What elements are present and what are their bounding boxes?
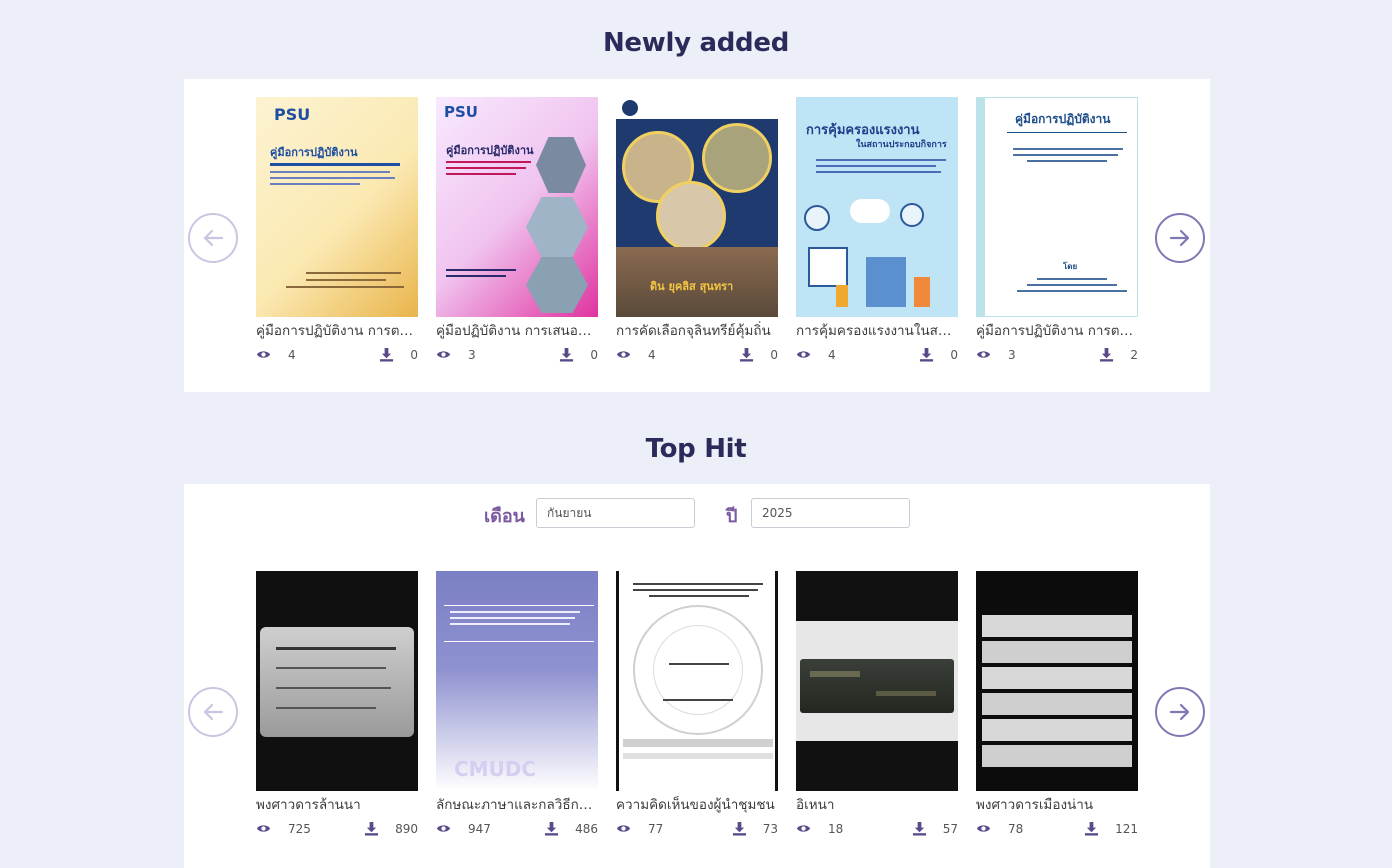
book-card[interactable]: ดิน ยุคลิส สุนทรา การคัดเลือกจุลินทรีย์ค… <box>616 97 778 363</box>
cover-heading: คู่มือการปฏิบัติงาน <box>270 146 358 159</box>
psu-logo: PSU <box>274 105 311 124</box>
download-count: 486 <box>544 821 598 836</box>
newly-added-next-button[interactable] <box>1155 213 1205 263</box>
view-count: 3 <box>976 347 1016 362</box>
view-count: 725 <box>256 821 311 836</box>
download-count: 0 <box>379 347 418 362</box>
arrow-left-icon <box>203 703 224 721</box>
book-title[interactable]: พงศาวดารล้านนา <box>256 795 418 815</box>
eye-icon <box>616 351 631 358</box>
book-cover[interactable] <box>616 571 778 791</box>
download-count: 2 <box>1099 347 1138 362</box>
eye-icon <box>436 825 451 832</box>
book-card[interactable]: PSU คู่มือการปฏิบัติงาน คู่มือปฏิบัติงาน… <box>436 97 598 363</box>
view-count: 4 <box>796 347 836 362</box>
book-title[interactable]: การคุ้มครองแรงงานในสถานประกอบกิจการ <box>796 321 958 341</box>
download-count: 890 <box>364 821 418 836</box>
top-hit-next-button[interactable] <box>1155 687 1205 737</box>
top-hit-carousel: เดือน ปี พงศาวดารล้านนา 725 890 <box>184 484 1210 868</box>
view-count: 18 <box>796 821 843 836</box>
download-icon <box>380 347 394 362</box>
book-title[interactable]: ลักษณะภาษาและกลวิธีการใช้ภาษา <box>436 795 598 815</box>
download-icon <box>1085 821 1099 836</box>
book-card[interactable]: อิเหนา 18 57 <box>796 571 958 837</box>
book-card[interactable]: การคุ้มครองแรงงาน ในสถานประกอบกิจการ การ… <box>796 97 958 363</box>
book-cover[interactable]: PSU คู่มือการปฏิบัติงาน <box>436 97 598 317</box>
year-label: ปี <box>726 506 738 527</box>
book-cover[interactable]: PSU คู่มือการปฏิบัติงาน <box>256 97 418 317</box>
eye-icon <box>256 825 271 832</box>
book-card[interactable]: PSU คู่มือการปฏิบัติงาน คู่มือการปฏิบัติ… <box>256 97 418 363</box>
book-title[interactable]: คู่มือปฏิบัติงาน การเสนอหลักสูตร <box>436 321 598 341</box>
eye-icon <box>616 825 631 832</box>
psu-logo: PSU <box>444 103 478 121</box>
book-title[interactable]: ความคิดเห็นของผู้นำชุมชน <box>616 795 778 815</box>
book-cover[interactable]: CMUDC <box>436 571 598 791</box>
newly-added-prev-button[interactable] <box>188 213 238 263</box>
arrow-right-icon <box>1169 703 1190 721</box>
cover-author-label: โดย <box>1063 262 1078 271</box>
view-count: 3 <box>436 347 476 362</box>
view-count: 78 <box>976 821 1023 836</box>
download-icon <box>545 821 559 836</box>
cover-heading: คู่มือการปฏิบัติงาน <box>446 144 534 157</box>
download-icon <box>1100 347 1114 362</box>
top-hit-prev-button[interactable] <box>188 687 238 737</box>
download-icon <box>365 821 379 836</box>
book-title[interactable]: การคัดเลือกจุลินทรีย์คุ้มถิ่น <box>616 321 778 341</box>
eye-icon <box>796 825 811 832</box>
book-title[interactable]: คู่มือการปฏิบัติงาน การตรวจสอบ <box>976 321 1138 341</box>
book-cover[interactable] <box>976 571 1138 791</box>
download-count: 121 <box>1084 821 1138 836</box>
view-count: 947 <box>436 821 491 836</box>
book-cover[interactable] <box>796 571 958 791</box>
year-input[interactable] <box>751 498 910 528</box>
top-hit-heading: Top Hit <box>645 434 747 464</box>
eye-icon <box>436 351 451 358</box>
book-card[interactable]: พงศาวดารเมืองน่าน 78 121 <box>976 571 1138 837</box>
download-count: 73 <box>732 821 778 836</box>
download-count: 0 <box>919 347 958 362</box>
view-count: 4 <box>256 347 296 362</box>
view-count: 4 <box>616 347 656 362</box>
download-icon <box>740 347 754 362</box>
eye-icon <box>976 351 991 358</box>
download-count: 57 <box>912 821 958 836</box>
newly-added-heading: Newly added <box>602 28 790 58</box>
newly-added-carousel: PSU คู่มือการปฏิบัติงาน คู่มือการปฏิบัติ… <box>184 79 1210 392</box>
download-count: 0 <box>559 347 598 362</box>
cover-heading: ดิน ยุคลิส สุนทรา <box>650 280 734 293</box>
book-card[interactable]: คู่มือการปฏิบัติงาน โดย คู่มือการปฏิบัติ… <box>976 97 1138 363</box>
arrow-left-icon <box>203 229 224 247</box>
download-count: 0 <box>739 347 778 362</box>
download-icon <box>920 347 934 362</box>
month-label: เดือน <box>484 506 525 527</box>
book-cover[interactable]: ดิน ยุคลิส สุนทรา <box>616 97 778 317</box>
cover-watermark: CMUDC <box>454 757 537 781</box>
download-icon <box>732 821 746 836</box>
book-card[interactable]: CMUDC ลักษณะภาษาและกลวิธีการใช้ภาษา 947 … <box>436 571 598 837</box>
month-select[interactable] <box>536 498 695 528</box>
book-cover[interactable] <box>256 571 418 791</box>
book-card[interactable]: พงศาวดารล้านนา 725 890 <box>256 571 418 837</box>
cover-heading: คู่มือการปฏิบัติงาน <box>1015 112 1111 126</box>
book-title[interactable]: อิเหนา <box>796 795 958 815</box>
download-icon <box>560 347 574 362</box>
view-count: 77 <box>616 821 663 836</box>
arrow-right-icon <box>1169 229 1190 247</box>
book-title[interactable]: พงศาวดารเมืองน่าน <box>976 795 1138 815</box>
eye-icon <box>976 825 991 832</box>
book-title[interactable]: คู่มือการปฏิบัติงาน การตรวจสอบเงินยืม <box>256 321 418 341</box>
download-icon <box>912 821 926 836</box>
eye-icon <box>796 351 811 358</box>
eye-icon <box>256 351 271 358</box>
book-cover[interactable]: คู่มือการปฏิบัติงาน โดย <box>976 97 1138 317</box>
book-card[interactable]: ความคิดเห็นของผู้นำชุมชน 77 73 <box>616 571 778 837</box>
cover-subheading: ในสถานประกอบกิจการ <box>856 140 947 150</box>
book-cover[interactable]: การคุ้มครองแรงงาน ในสถานประกอบกิจการ <box>796 97 958 317</box>
